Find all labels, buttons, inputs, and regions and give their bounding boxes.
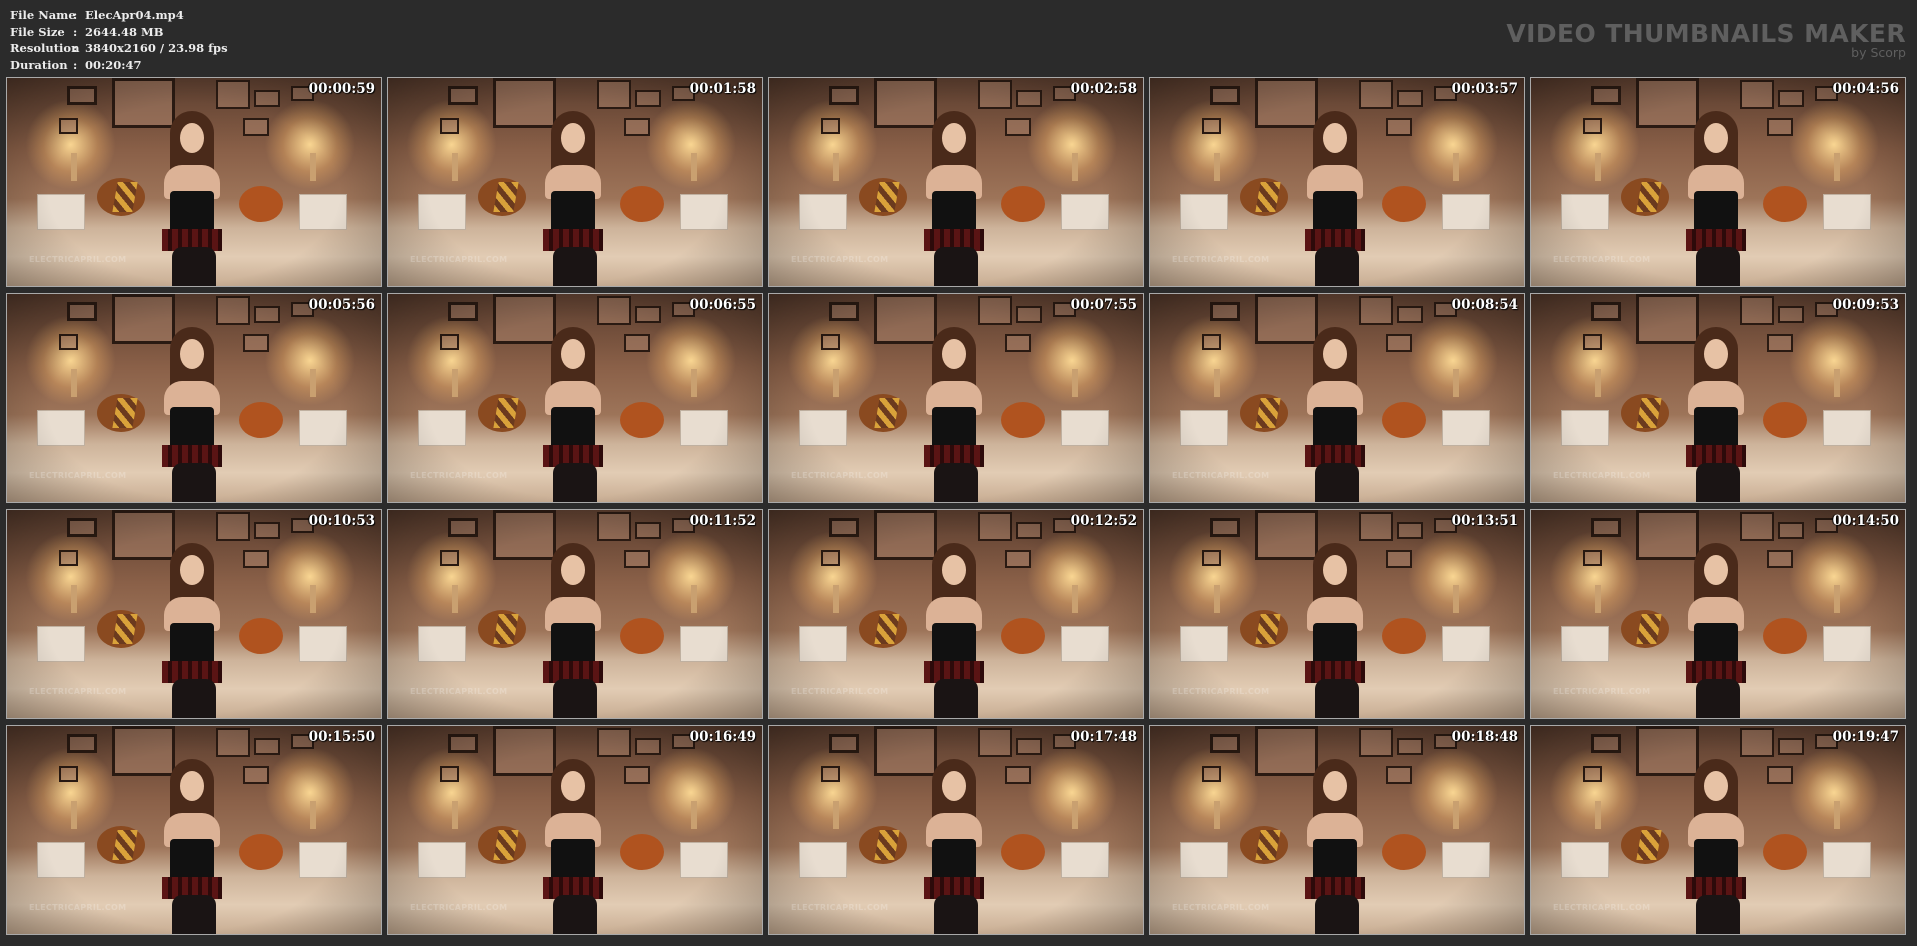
- video-thumbnail[interactable]: ELECTRICAPRIL.COM 00:16:49: [387, 725, 763, 935]
- watermark: ELECTRICAPRIL.COM: [1553, 471, 1651, 480]
- watermark: ELECTRICAPRIL.COM: [1553, 255, 1651, 264]
- video-thumbnail[interactable]: ELECTRICAPRIL.COM 00:06:55: [387, 293, 763, 503]
- video-thumbnail[interactable]: ELECTRICAPRIL.COM 00:13:51: [1149, 509, 1525, 719]
- watermark: ELECTRICAPRIL.COM: [410, 471, 508, 480]
- resolution-value: 3840x2160 / 23.98 fps: [85, 41, 228, 55]
- watermark: ELECTRICAPRIL.COM: [29, 687, 127, 696]
- timestamp: 00:14:50: [1832, 513, 1899, 529]
- watermark: ELECTRICAPRIL.COM: [1553, 687, 1651, 696]
- video-thumbnail[interactable]: ELECTRICAPRIL.COM 00:00:59: [6, 77, 382, 287]
- watermark: ELECTRICAPRIL.COM: [29, 903, 127, 912]
- timestamp: 00:01:58: [689, 81, 756, 97]
- timestamp: 00:18:48: [1451, 729, 1518, 745]
- resolution-label: Resolution: [10, 41, 80, 55]
- timestamp: 00:00:59: [308, 81, 375, 97]
- separator: :: [73, 57, 78, 72]
- watermark: ELECTRICAPRIL.COM: [29, 255, 127, 264]
- brand-logo: VIDEO THUMBNAILS MAKER by Scorp: [1506, 20, 1906, 60]
- watermark: ELECTRICAPRIL.COM: [1553, 903, 1651, 912]
- video-thumbnail[interactable]: ELECTRICAPRIL.COM 00:15:50: [6, 725, 382, 935]
- timestamp: 00:02:58: [1070, 81, 1137, 97]
- watermark: ELECTRICAPRIL.COM: [791, 687, 889, 696]
- file-size-row: File Size : 2644.48 MB: [10, 24, 228, 41]
- file-name-row: File Name : ElecApr04.mp4: [10, 7, 228, 24]
- video-thumbnail[interactable]: ELECTRICAPRIL.COM 00:12:52: [768, 509, 1144, 719]
- video-thumbnail[interactable]: ELECTRICAPRIL.COM 00:09:53: [1530, 293, 1906, 503]
- file-name-label: File Name: [10, 8, 76, 22]
- timestamp: 00:07:55: [1070, 297, 1137, 313]
- timestamp: 00:11:52: [689, 513, 756, 529]
- video-thumbnail[interactable]: ELECTRICAPRIL.COM 00:02:58: [768, 77, 1144, 287]
- timestamp: 00:13:51: [1451, 513, 1518, 529]
- timestamp: 00:06:55: [689, 297, 756, 313]
- thumbnail-sheet: File Name : ElecApr04.mp4 File Size : 26…: [0, 0, 1917, 946]
- file-info-panel: File Name : ElecApr04.mp4 File Size : 26…: [10, 7, 228, 73]
- video-thumbnail[interactable]: ELECTRICAPRIL.COM 00:08:54: [1149, 293, 1525, 503]
- timestamp: 00:05:56: [308, 297, 375, 313]
- watermark: ELECTRICAPRIL.COM: [410, 255, 508, 264]
- timestamp: 00:16:49: [689, 729, 756, 745]
- video-thumbnail[interactable]: ELECTRICAPRIL.COM 00:11:52: [387, 509, 763, 719]
- watermark: ELECTRICAPRIL.COM: [29, 471, 127, 480]
- video-thumbnail[interactable]: ELECTRICAPRIL.COM 00:05:56: [6, 293, 382, 503]
- timestamp: 00:17:48: [1070, 729, 1137, 745]
- video-thumbnail[interactable]: ELECTRICAPRIL.COM 00:19:47: [1530, 725, 1906, 935]
- thumbnail-grid: ELECTRICAPRIL.COM 00:00:59 ELECTRICAPRIL…: [6, 77, 1917, 935]
- separator: :: [73, 8, 78, 22]
- timestamp: 00:09:53: [1832, 297, 1899, 313]
- timestamp: 00:10:53: [308, 513, 375, 529]
- video-thumbnail[interactable]: ELECTRICAPRIL.COM 00:14:50: [1530, 509, 1906, 719]
- watermark: ELECTRICAPRIL.COM: [1172, 687, 1270, 696]
- watermark: ELECTRICAPRIL.COM: [791, 255, 889, 264]
- timestamp: 00:19:47: [1832, 729, 1899, 745]
- timestamp: 00:04:56: [1832, 81, 1899, 97]
- resolution-row: Resolution : 3840x2160 / 23.98 fps: [10, 40, 228, 57]
- watermark: ELECTRICAPRIL.COM: [1172, 471, 1270, 480]
- watermark: ELECTRICAPRIL.COM: [791, 903, 889, 912]
- separator: :: [73, 41, 78, 55]
- timestamp: 00:15:50: [308, 729, 375, 745]
- duration-row: Duration : 00:20:47: [10, 57, 228, 74]
- brand-subtitle: by Scorp: [1851, 45, 1906, 60]
- video-thumbnail[interactable]: ELECTRICAPRIL.COM 00:10:53: [6, 509, 382, 719]
- timestamp: 00:03:57: [1451, 81, 1518, 97]
- duration-label: Duration: [10, 57, 68, 72]
- video-thumbnail[interactable]: ELECTRICAPRIL.COM 00:01:58: [387, 77, 763, 287]
- file-name-value: ElecApr04.mp4: [85, 8, 184, 22]
- watermark: ELECTRICAPRIL.COM: [791, 471, 889, 480]
- watermark: ELECTRICAPRIL.COM: [1172, 255, 1270, 264]
- video-thumbnail[interactable]: ELECTRICAPRIL.COM 00:18:48: [1149, 725, 1525, 935]
- video-thumbnail[interactable]: ELECTRICAPRIL.COM 00:04:56: [1530, 77, 1906, 287]
- video-thumbnail[interactable]: ELECTRICAPRIL.COM 00:03:57: [1149, 77, 1525, 287]
- duration-value: 00:20:47: [85, 57, 142, 72]
- watermark: ELECTRICAPRIL.COM: [1172, 903, 1270, 912]
- watermark: ELECTRICAPRIL.COM: [410, 903, 508, 912]
- video-thumbnail[interactable]: ELECTRICAPRIL.COM 00:17:48: [768, 725, 1144, 935]
- brand-title: VIDEO THUMBNAILS MAKER: [1506, 19, 1906, 48]
- timestamp: 00:08:54: [1451, 297, 1518, 313]
- video-thumbnail[interactable]: ELECTRICAPRIL.COM 00:07:55: [768, 293, 1144, 503]
- file-size-value: 2644.48 MB: [85, 24, 164, 39]
- file-size-label: File Size: [10, 24, 65, 39]
- separator: :: [73, 24, 78, 39]
- timestamp: 00:12:52: [1070, 513, 1137, 529]
- watermark: ELECTRICAPRIL.COM: [410, 687, 508, 696]
